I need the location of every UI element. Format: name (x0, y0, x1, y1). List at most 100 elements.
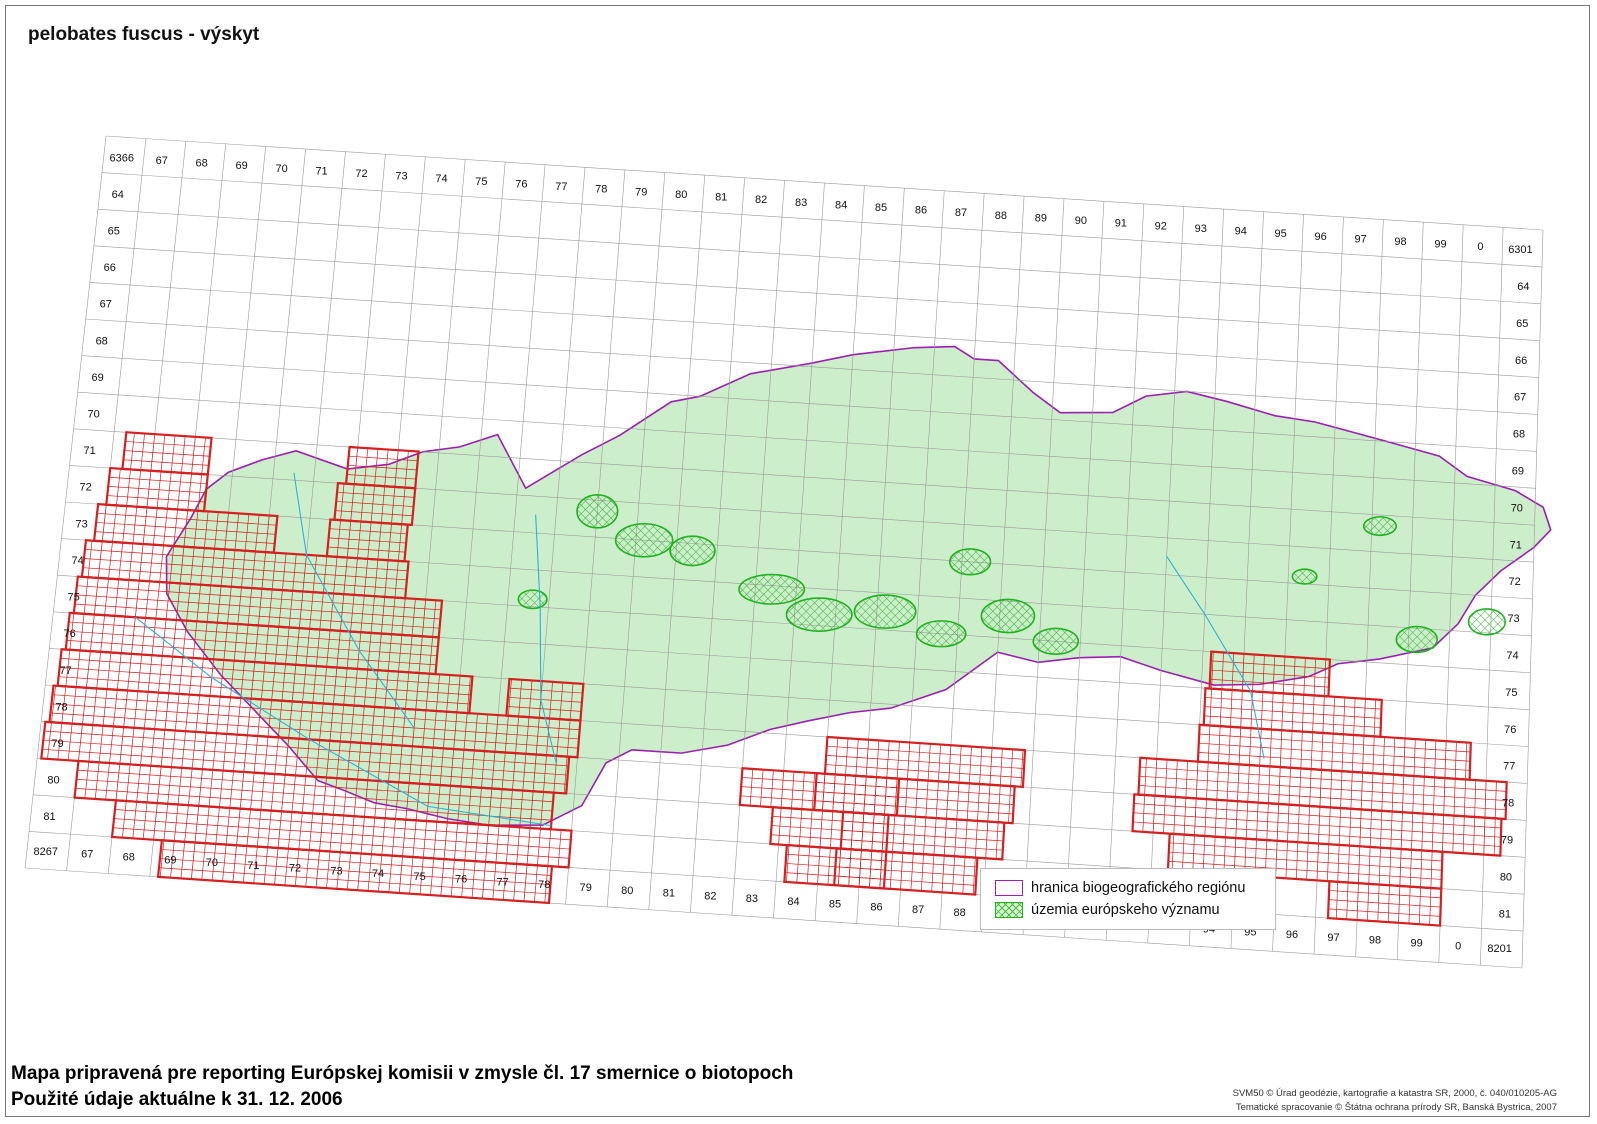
legend: hranica biogeografického regiónu územia … (980, 868, 1276, 930)
grid-label-left: 78 (55, 701, 67, 713)
grid-label-bottom: 87 (912, 904, 924, 916)
grid-label-right: 74 (1506, 650, 1518, 662)
grid-label-bottom: 88 (954, 907, 966, 919)
grid-label-top: 95 (1275, 228, 1287, 240)
protected-site (915, 620, 967, 648)
grid-label-top: 93 (1195, 223, 1207, 235)
grid-label-right: 69 (1512, 465, 1524, 477)
grid-label-right: 71 (1510, 539, 1522, 551)
protected-site (669, 535, 716, 567)
grid-label-bottom: 8201 (1487, 943, 1511, 955)
grid-label-top: 69 (236, 160, 248, 172)
grid-label-right: 73 (1507, 613, 1519, 625)
credit-line-2: Tematické spracovanie © Štátna ochrana p… (1235, 1102, 1557, 1113)
grid-label-bottom: 69 (164, 854, 176, 866)
grid-label-left: 74 (71, 555, 83, 567)
grid-label-bottom: 77 (497, 876, 509, 888)
protected-sites-swatch (995, 902, 1023, 918)
grid-label-right: 76 (1504, 724, 1516, 736)
grid-label-left: 67 (100, 299, 112, 311)
grid-label-bottom: 84 (787, 896, 799, 908)
grid-label-bottom: 71 (247, 860, 259, 872)
protected-site (1395, 625, 1438, 654)
grid-label-bottom: 81 (663, 888, 675, 900)
grid-label-top: 74 (435, 173, 447, 185)
grid-label-right: 81 (1499, 908, 1511, 920)
grid-label-top: 79 (635, 186, 647, 198)
grid-label-top: 84 (835, 199, 847, 211)
credit-line-1: SVM50 © Úrad geodézie, kartografie a kat… (1232, 1088, 1557, 1099)
grid-label-top: 0 (1477, 241, 1483, 253)
grid-label-right: 78 (1502, 798, 1514, 810)
grid-label-left: 72 (80, 482, 92, 494)
grid-label-bottom: 80 (621, 885, 633, 897)
grid-label-top: 83 (795, 197, 807, 209)
grid-label-top: 78 (595, 184, 607, 196)
grid-label-top: 89 (1035, 212, 1047, 224)
grid-label-top: 97 (1354, 233, 1366, 245)
grid-line-h (97, 208, 1541, 305)
grid-label-bottom: 0 (1455, 940, 1461, 952)
grid-label-left: 70 (88, 409, 100, 421)
grid-line-h (105, 135, 1544, 231)
grid-label-left: 65 (108, 226, 120, 238)
grid-label-left: 81 (43, 811, 55, 823)
legend-label-protected-sites: územia európskeho významu (1031, 902, 1220, 918)
grid-line-h (93, 245, 1540, 341)
grid-label-bottom: 85 (829, 899, 841, 911)
grid-label-left: 68 (96, 335, 108, 347)
grid-label-top: 91 (1115, 218, 1127, 230)
grid-label-top: 71 (315, 165, 327, 177)
protected-site (738, 573, 806, 605)
grid-label-bottom: 98 (1369, 935, 1381, 947)
grid-label-right: 65 (1516, 318, 1528, 330)
protected-site (614, 522, 674, 558)
grid-label-bottom: 74 (372, 868, 384, 880)
grid-label-top: 96 (1315, 231, 1327, 243)
grid-label-top: 67 (156, 155, 168, 167)
grid-label-bottom: 8267 (33, 846, 57, 858)
grid-label-left: 73 (76, 518, 88, 530)
grid-label-top: 80 (675, 189, 687, 201)
grid-label-top: 6366 (110, 152, 134, 164)
grid-label-bottom: 99 (1410, 937, 1422, 949)
grid-label-top: 68 (196, 158, 208, 170)
protected-site (1032, 627, 1080, 656)
grid-label-top: 86 (915, 205, 927, 217)
grid-label-right: 68 (1513, 429, 1525, 441)
grid-label-top: 85 (875, 202, 887, 214)
grid-label-left: 77 (59, 665, 71, 677)
footer-line-2: Použité údaje aktuálne k 31. 12. 2006 (11, 1089, 343, 1110)
protected-site (1467, 608, 1507, 636)
legend-item-protected-sites: územia európskeho významu (995, 901, 1220, 919)
grid-label-left: 75 (67, 592, 79, 604)
grid-label-bottom: 83 (746, 893, 758, 905)
grid-label-left: 80 (47, 775, 59, 787)
grid-label-right: 64 (1517, 281, 1529, 293)
grid-label-right: 77 (1503, 761, 1515, 773)
grid-label-left: 64 (112, 189, 124, 201)
grid-label-left: 71 (84, 445, 96, 457)
protected-site (948, 548, 992, 576)
grid-label-top: 82 (755, 194, 767, 206)
grid-label-top: 75 (475, 176, 487, 188)
legend-label-region-boundary: hranica biogeografického regiónu (1031, 880, 1246, 896)
grid-label-right: 66 (1515, 355, 1527, 367)
grid-label-top: 87 (955, 207, 967, 219)
grid-label-top: 73 (395, 171, 407, 183)
grid-label-bottom: 96 (1286, 929, 1298, 941)
grid-label-bottom: 73 (330, 865, 342, 877)
grid-label-bottom: 68 (123, 851, 135, 863)
grid-label-left: 79 (51, 738, 63, 750)
grid-label-bottom: 75 (413, 871, 425, 883)
grid-label-top: 72 (355, 168, 367, 180)
grid-line-h (101, 172, 1542, 268)
grid-label-top: 90 (1075, 215, 1087, 227)
protected-site (980, 598, 1036, 634)
grid-label-bottom: 72 (289, 863, 301, 875)
grid-label-bottom: 70 (206, 857, 218, 869)
grid-label-top: 92 (1155, 220, 1167, 232)
grid-label-bottom: 67 (81, 849, 93, 861)
grid-label-top: 88 (995, 210, 1007, 222)
grid-label-top: 94 (1235, 226, 1247, 238)
